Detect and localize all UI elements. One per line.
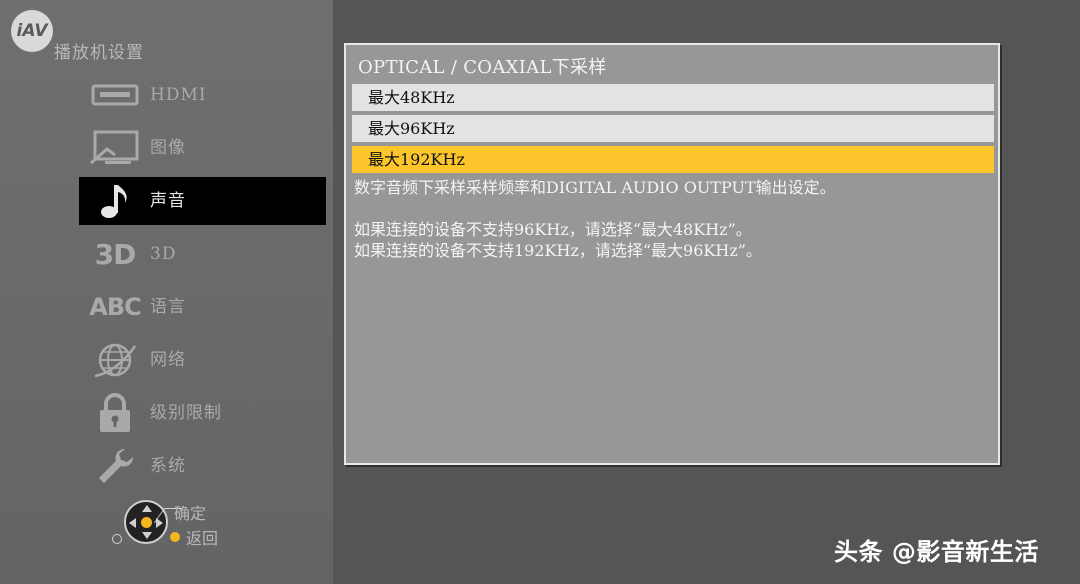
sidebar-item-label: 级别限制 [150, 403, 222, 423]
language-icon: ABC [89, 293, 141, 321]
description-line: 数字音频下采样采样频率和DIGITAL AUDIO OUTPUT输出设定。 [354, 178, 836, 197]
panel-title: OPTICAL / COAXIAL下采样 [358, 57, 607, 78]
sidebar-item-label: 系统 [150, 456, 186, 476]
picture-icon [87, 128, 143, 168]
back-button-icon [170, 532, 180, 542]
sidebar-item-picture[interactable]: 图像 [79, 124, 326, 172]
settings-panel: OPTICAL / COAXIAL下采样 最大48KHz 最大96KHz 最大1… [344, 43, 1000, 465]
music-note-icon [87, 181, 143, 221]
sidebar-item-system[interactable]: 系统 [79, 442, 326, 490]
iav-logo: iAV [11, 10, 53, 52]
hdmi-port-icon [87, 75, 143, 115]
sidebar-item-label: 语言 [150, 297, 186, 317]
sidebar-item-sound[interactable]: 声音 [79, 177, 326, 225]
ok-hint-label: 确定 [174, 504, 207, 523]
sidebar-item-network[interactable]: 网络 [79, 336, 326, 384]
sidebar-item-label: HDMI [150, 85, 207, 105]
hint-dot [112, 534, 122, 544]
description-line: 如果连接的设备不支持96KHz，请选择“最大48KHz”。 [354, 220, 752, 239]
sidebar-item-hdmi[interactable]: HDMI [79, 71, 326, 119]
option-max-48khz[interactable]: 最大48KHz [352, 84, 994, 111]
watermark: 头条 @影音新生活 [834, 538, 1039, 566]
settings-sidebar: iAV 播放机设置 HDMI 图像 声音 3D 3D ABC 语言 网络 级别限… [0, 0, 333, 584]
sidebar-item-label: 3D [150, 244, 177, 264]
3d-icon: 3D [94, 237, 137, 271]
panel-description: 数字音频下采样采样频率和DIGITAL AUDIO OUTPUT输出设定。 如果… [354, 177, 836, 261]
lock-icon [87, 393, 143, 433]
globe-icon [87, 340, 143, 380]
option-max-96khz[interactable]: 最大96KHz [352, 115, 994, 142]
option-max-192khz[interactable]: 最大192KHz [352, 146, 994, 173]
back-hint-label: 返回 [186, 529, 219, 548]
sidebar-item-parental-control[interactable]: 级别限制 [79, 389, 326, 437]
wrench-icon [87, 446, 143, 486]
sidebar-title: 播放机设置 [54, 43, 144, 63]
description-line: 如果连接的设备不支持192KHz，请选择“最大96KHz”。 [354, 241, 762, 260]
sidebar-item-language[interactable]: ABC 语言 [79, 283, 326, 331]
sidebar-item-label: 网络 [150, 350, 186, 370]
sidebar-item-3d[interactable]: 3D 3D [79, 230, 326, 278]
remote-nav-hint: 确定 返回 [112, 496, 252, 556]
sidebar-item-label: 声音 [150, 191, 186, 211]
sidebar-item-label: 图像 [150, 138, 186, 158]
